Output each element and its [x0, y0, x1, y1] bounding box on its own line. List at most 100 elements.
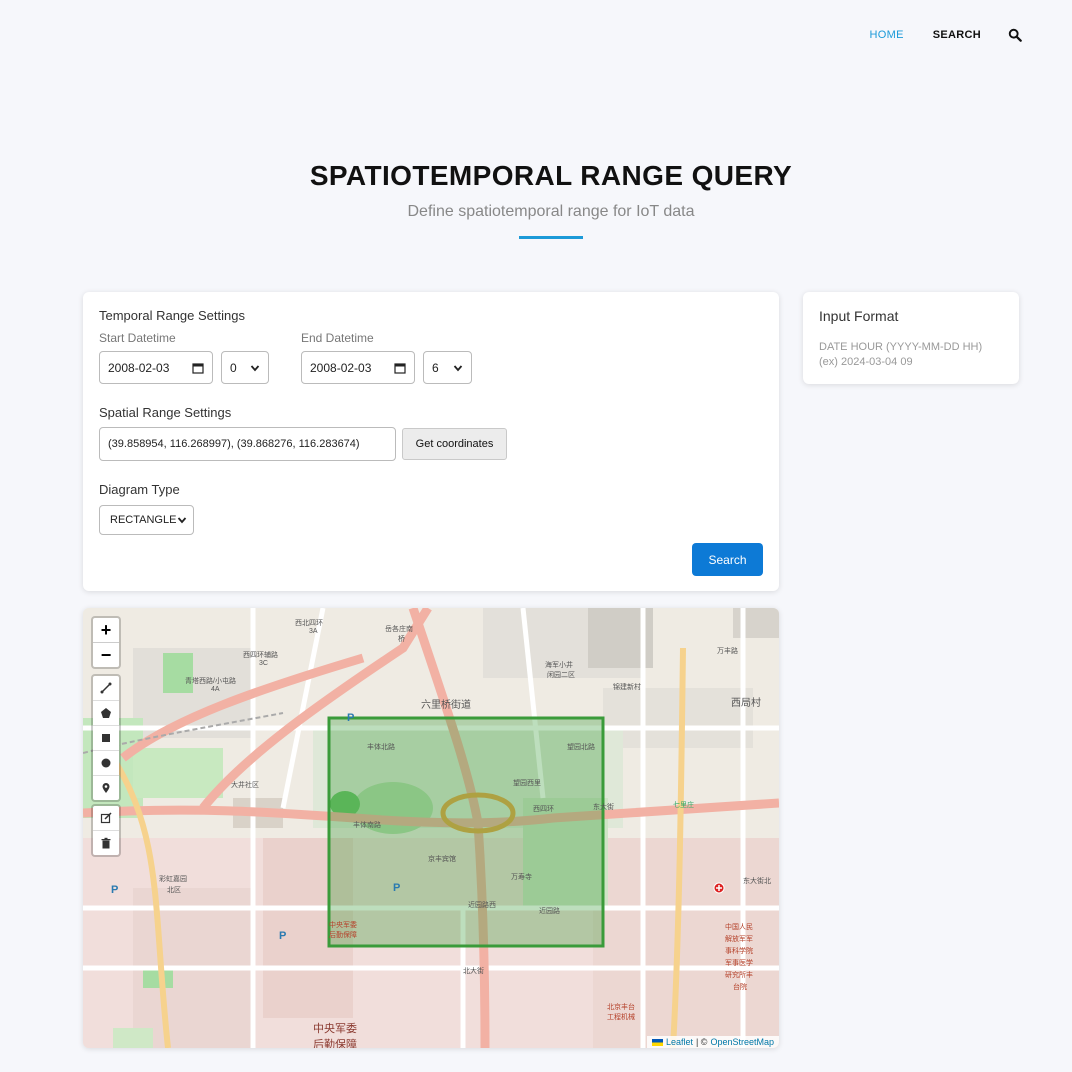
zoom-control: + −: [91, 616, 121, 669]
get-coordinates-button[interactable]: Get coordinates: [402, 428, 507, 460]
rectangle-icon: [102, 734, 110, 742]
map-label: 京丰宾馆: [428, 856, 456, 863]
polyline-icon: [100, 682, 112, 694]
map-label: 北京丰台: [607, 1004, 635, 1011]
map-label: 万寿寺: [511, 874, 532, 881]
ukraine-flag-icon: [651, 1038, 663, 1046]
map-label: 桥: [398, 636, 405, 643]
title-underline: [519, 236, 583, 239]
map-label: 岳各庄南: [385, 626, 413, 633]
chevron-down-icon: [177, 517, 187, 524]
map-label: 西北四环: [295, 620, 323, 627]
draw-marker-button[interactable]: [93, 775, 119, 800]
map-attribution: Leaflet | © OpenStreetMap: [646, 1036, 779, 1048]
map-label: 闲园二区: [547, 672, 575, 679]
map-label: 中央军委: [329, 922, 357, 929]
map-label: 北区: [167, 887, 181, 894]
map-label: 台院: [733, 984, 747, 991]
map-label: 望园西里: [513, 780, 541, 787]
map-label: 彩虹嘉园: [159, 876, 187, 883]
parking-marker: P: [393, 882, 401, 894]
map-label: 丰体北路: [367, 744, 395, 751]
chevron-down-icon: [453, 364, 463, 371]
end-hour-select[interactable]: 6: [423, 351, 472, 384]
draw-circle-button[interactable]: [93, 750, 119, 775]
search-button[interactable]: Search: [692, 543, 763, 576]
map-label: 3A: [309, 628, 318, 635]
circle-icon: [101, 758, 111, 768]
edit-toolbar: [91, 804, 121, 857]
input-format-example: (ex) 2024-03-04 09: [819, 356, 913, 368]
coordinates-value: (39.858954, 116.268997), (39.868276, 116…: [108, 438, 360, 450]
diagram-type-value: RECTANGLE: [110, 514, 177, 526]
draw-toolbar: [91, 674, 121, 802]
map-label: 西四环辅路: [243, 652, 278, 659]
nav-home-link[interactable]: HOME: [870, 29, 904, 41]
map-label: 东大街北: [743, 878, 771, 885]
map-label: 西局村: [731, 698, 761, 709]
top-nav: HOME SEARCH: [870, 28, 1022, 42]
chevron-down-icon: [250, 364, 260, 371]
map-label: 4A: [211, 686, 220, 693]
map-label: 后勤保障: [313, 1039, 357, 1048]
leaflet-link[interactable]: Leaflet: [666, 1037, 693, 1047]
start-datetime-label: Start Datetime: [99, 331, 176, 345]
parking-marker: P: [279, 930, 287, 942]
start-hour-value: 0: [230, 360, 237, 375]
map-label: 北大街: [463, 968, 484, 975]
zoom-in-button[interactable]: +: [93, 618, 119, 642]
map-label: 东大街: [593, 804, 614, 811]
zoom-out-button[interactable]: −: [93, 642, 119, 667]
start-hour-select[interactable]: 0: [221, 351, 269, 384]
input-format-title: Input Format: [819, 308, 899, 324]
nav-search-link[interactable]: SEARCH: [933, 29, 981, 41]
start-date-input[interactable]: 2008-02-03: [99, 351, 213, 384]
calendar-icon[interactable]: [192, 362, 204, 374]
draw-rectangle-button[interactable]: [93, 725, 119, 750]
query-form-card: Temporal Range Settings Start Datetime 2…: [83, 292, 779, 591]
input-format-card: Input Format DATE HOUR (YYYY-MM-DD HH) (…: [803, 292, 1019, 384]
map-label: 后勤保障: [329, 932, 357, 939]
map-label: 海军小井: [545, 662, 573, 669]
diagram-type-select[interactable]: RECTANGLE: [99, 505, 194, 535]
map-label: 望园北路: [567, 744, 595, 751]
search-icon[interactable]: [1008, 28, 1022, 42]
page-subtitle: Define spatiotemporal range for IoT data: [407, 203, 695, 220]
start-date-value: 2008-02-03: [108, 360, 170, 375]
map-label: 七里庄: [673, 802, 694, 809]
map-label: 事科学院: [725, 948, 753, 955]
map-label: 青塔西路/小屯路: [185, 678, 236, 685]
edit-layers-button[interactable]: [93, 806, 119, 830]
calendar-icon[interactable]: [394, 362, 406, 374]
map-label: 中央军委: [313, 1023, 357, 1035]
map-label: 解放军军: [725, 936, 753, 943]
draw-polygon-button[interactable]: [93, 700, 119, 725]
end-datetime-label: End Datetime: [301, 331, 374, 345]
map-label: 工程机械: [607, 1014, 635, 1021]
map-marker-icon: [102, 783, 110, 793]
diagram-heading: Diagram Type: [99, 482, 180, 497]
delete-layers-button[interactable]: [93, 830, 119, 855]
map-label: 万丰路: [717, 648, 738, 655]
temporal-heading: Temporal Range Settings: [99, 308, 245, 323]
parking-marker: P: [347, 712, 355, 724]
map-label: 六里桥街道: [421, 700, 471, 711]
map-label: 3C: [259, 660, 268, 667]
map-label: 研究所丰: [725, 972, 753, 979]
map-label: 锦建新村: [613, 684, 641, 691]
coordinates-input[interactable]: (39.858954, 116.268997), (39.868276, 116…: [99, 427, 396, 461]
attribution-separator: | ©: [695, 1037, 708, 1047]
trash-icon: [101, 837, 111, 849]
map-label: 军事医学: [725, 960, 753, 967]
end-date-input[interactable]: 2008-02-03: [301, 351, 415, 384]
polygon-icon: [101, 708, 111, 718]
end-hour-value: 6: [432, 360, 439, 375]
end-date-value: 2008-02-03: [310, 360, 372, 375]
map-label: 大井社区: [231, 782, 259, 789]
map-view[interactable]: 西北四环 3A 岳各庄南 桥 西四环辅路 3C 青塔西路/小屯路 4A 海军小井…: [83, 608, 779, 1048]
map-label: 中国人民: [725, 924, 753, 931]
spatial-heading: Spatial Range Settings: [99, 405, 232, 420]
map-label: 近园路西: [468, 902, 496, 909]
draw-polyline-button[interactable]: [93, 676, 119, 700]
openstreetmap-link[interactable]: OpenStreetMap: [710, 1037, 774, 1047]
